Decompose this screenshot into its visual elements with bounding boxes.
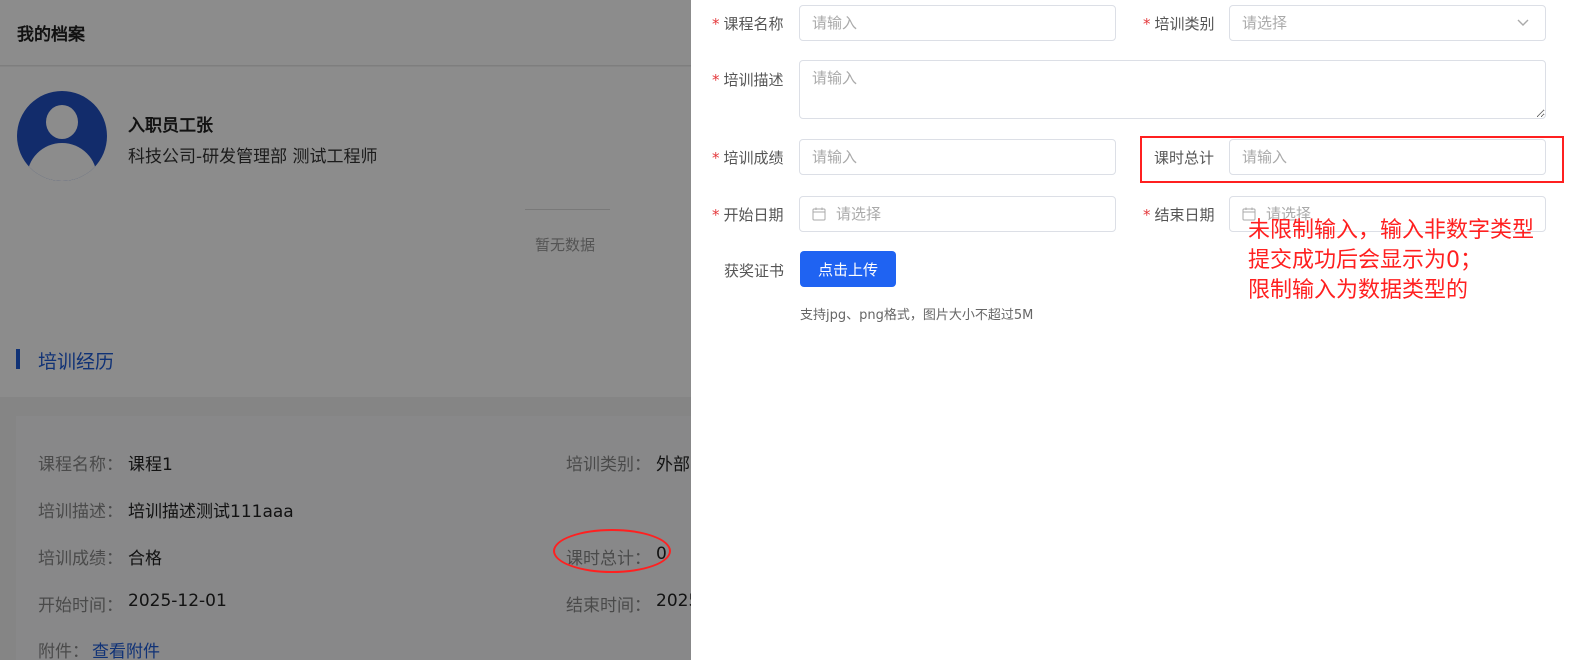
- annotation-highlight-ellipse: [553, 529, 671, 573]
- certificate-field-label: 获奖证书: [724, 262, 785, 280]
- course-name-input[interactable]: [799, 5, 1116, 41]
- required-mark: *: [712, 149, 720, 167]
- required-mark: *: [1143, 206, 1151, 224]
- training-score-input[interactable]: [799, 139, 1116, 175]
- training-type-label-text: 培训类别: [1154, 15, 1215, 33]
- start-date-field-label: * 开始日期: [712, 204, 784, 225]
- course-name-label-text: 课程名称: [723, 15, 784, 33]
- start-date-picker[interactable]: 请选择: [799, 196, 1116, 232]
- training-desc-textarea[interactable]: [799, 60, 1546, 119]
- annotation-line-1: 未限制输入，输入非数字类型: [1248, 218, 1535, 243]
- course-name-field-label: * 课程名称: [712, 13, 784, 34]
- training-desc-field-label: * 培训描述: [712, 69, 784, 90]
- training-score-field-label: * 培训成绩: [712, 147, 784, 168]
- training-type-placeholder: 请选择: [1242, 14, 1288, 32]
- calendar-icon: [812, 207, 826, 221]
- end-date-field-label: * 结束日期: [1143, 204, 1215, 225]
- start-date-label-text: 开始日期: [723, 206, 784, 224]
- training-type-select[interactable]: 请选择: [1229, 5, 1546, 41]
- upload-tip: 支持jpg、png格式，图片大小不超过5M: [800, 308, 1034, 323]
- required-mark: *: [712, 71, 720, 89]
- required-mark: *: [712, 15, 720, 33]
- chevron-down-icon: [1517, 19, 1529, 26]
- annotation-line-2: 提交成功后会显示为0；: [1248, 248, 1482, 273]
- annotation-note: 未限制输入，输入非数字类型 提交成功后会显示为0； 限制输入为数据类型的: [1248, 216, 1534, 306]
- training-type-field-label: * 培训类别: [1143, 13, 1215, 34]
- upload-button[interactable]: 点击上传: [800, 251, 896, 287]
- required-mark: *: [712, 206, 720, 224]
- required-mark: *: [1143, 15, 1151, 33]
- start-date-placeholder: 请选择: [836, 205, 882, 223]
- end-date-label-text: 结束日期: [1154, 206, 1215, 224]
- annotation-highlight-box: [1140, 136, 1564, 183]
- annotation-line-3: 限制输入为数据类型的: [1248, 278, 1469, 303]
- training-score-label-text: 培训成绩: [723, 149, 784, 167]
- training-desc-label-text: 培训描述: [723, 71, 784, 89]
